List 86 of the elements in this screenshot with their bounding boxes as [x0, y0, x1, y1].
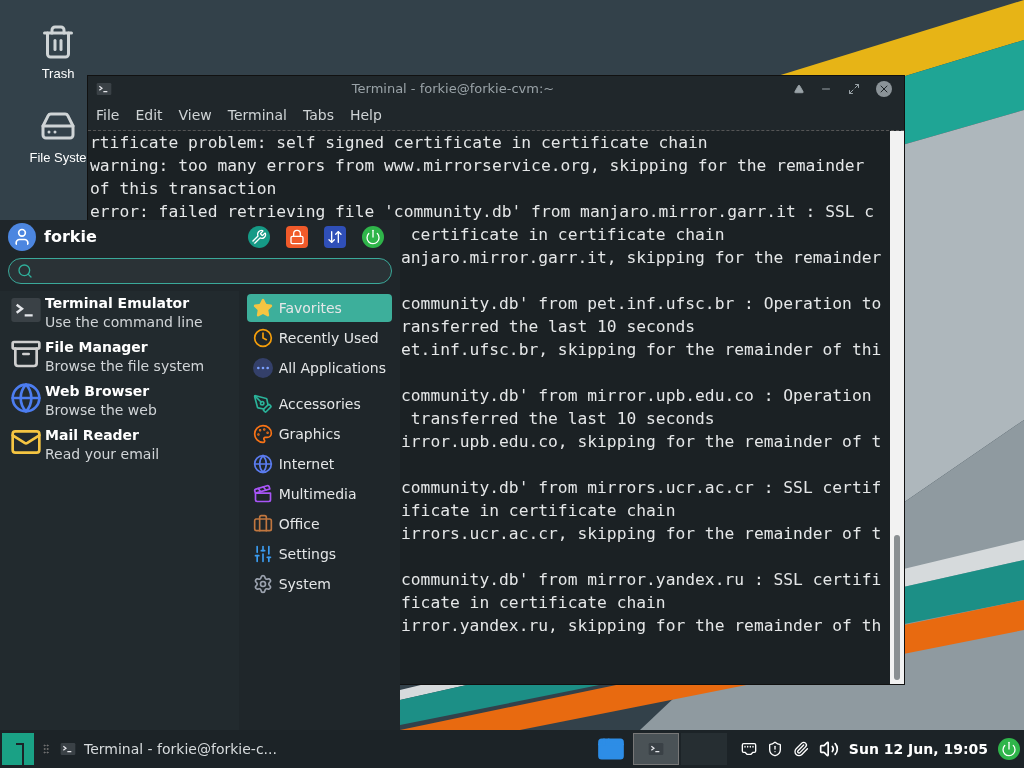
switch-user-icon[interactable]: [324, 226, 346, 248]
terminal-line: irror.upb.edu.co, skipping for the remainder of t: [401, 431, 883, 453]
desktop-icon-label[interactable]: File Syste: [29, 147, 87, 167]
category-item[interactable]: Graphics: [246, 420, 392, 448]
terminal-line: community.db' from mirror.upb.edu.co : Operation: [401, 385, 873, 407]
search-field[interactable]: [8, 258, 392, 284]
terminal-icon: [96, 80, 112, 97]
favorite-app[interactable]: File Manager Browse the file system: [10, 338, 239, 376]
terminal-line: certificate in certificate chain: [409, 224, 726, 246]
globe-icon: [252, 454, 273, 474]
favorite-app[interactable]: Mail Reader Read your email: [10, 426, 239, 464]
clock-icon: [252, 328, 273, 348]
star-icon: [252, 298, 273, 318]
menu-item[interactable]: Edit: [135, 105, 163, 126]
terminal-line: of this transaction: [90, 178, 278, 200]
favorite-app[interactable]: Web Browser Browse the web: [10, 382, 239, 420]
menu-item[interactable]: Help: [349, 105, 382, 126]
terminal-icon: [60, 741, 76, 757]
logout-icon[interactable]: [362, 226, 384, 248]
category-item[interactable]: System: [246, 570, 392, 598]
sliders-icon: [252, 544, 273, 564]
maximize-icon[interactable]: [848, 82, 860, 95]
terminal-line: irrors.ucr.ac.cr, skipping for the remainder of t: [401, 523, 883, 545]
network-icon[interactable]: [740, 741, 757, 757]
menu-item[interactable]: Terminal: [227, 105, 287, 126]
globe-icon: [10, 382, 42, 414]
grip-icon[interactable]: [40, 741, 52, 757]
category-item[interactable]: Settings: [246, 540, 392, 568]
wrench-icon[interactable]: [248, 226, 270, 248]
workspace[interactable]: [632, 733, 679, 765]
app-description: Browse the web: [45, 401, 157, 420]
terminal-line: irror.yandex.ru, skipping for the remainder of th: [401, 615, 883, 637]
menu-item[interactable]: Tabs: [302, 105, 334, 126]
terminal-line: community.db' from mirrors.ucr.ac.cr : SSL certif: [401, 477, 883, 499]
cabinet-icon: [10, 338, 42, 370]
trash-icon[interactable]: [40, 24, 76, 60]
terminal-line: error: failed retrieving file 'community.db' from manjaro.mirror.garr.it : SSL c: [90, 201, 876, 223]
lock-icon[interactable]: [286, 226, 308, 248]
bars-logo-icon[interactable]: [0, 731, 36, 767]
search-icon: [17, 263, 33, 279]
volume-icon[interactable]: [818, 739, 839, 759]
terminal-line: ransferred the last 10 seconds: [401, 316, 697, 338]
palette-icon: [252, 424, 273, 444]
film-icon: [252, 484, 273, 504]
clock[interactable]: Sun 12 Jun, 19:05: [848, 738, 988, 760]
favorite-app[interactable]: Terminal Emulator Use the command line: [10, 294, 239, 332]
power-icon[interactable]: [998, 738, 1020, 760]
category-item[interactable]: Internet: [246, 450, 392, 478]
shield-icon[interactable]: [766, 741, 783, 757]
app-name: Terminal Emulator: [45, 294, 191, 313]
app-description: Read your email: [45, 445, 160, 464]
terminal-line: rtificate problem: self signed certificate in certificate chain: [90, 132, 709, 154]
dots-icon: [252, 358, 273, 378]
terminal-icon: [647, 741, 664, 757]
terminal-line: et.inf.ufsc.br, skipping for the remainder of thi: [401, 339, 883, 361]
terminal-line: ificate in certificate chain: [401, 500, 677, 522]
category-item[interactable]: Multimedia: [246, 480, 392, 508]
terminal-line: community.db' from mirror.yandex.ru : SSL certifi: [401, 569, 883, 591]
category-item[interactable]: Recently Used: [246, 324, 392, 352]
briefcase-icon: [252, 514, 273, 534]
terminal-line: ficate in certificate chain: [401, 592, 667, 614]
app-description: Use the command line: [45, 313, 203, 332]
scrollbar[interactable]: [890, 131, 904, 684]
terminal-line: warning: too many errors from www.mirrorservice.org, skipping for the remainder: [90, 155, 866, 177]
category-item[interactable]: Office: [246, 510, 392, 538]
category-item[interactable]: All Applications: [246, 354, 392, 382]
terminal-line: anjaro.mirror.garr.it, skipping for the remainder: [401, 247, 883, 269]
gear-icon: [252, 574, 273, 594]
desktop-icon-label[interactable]: Trash: [41, 64, 75, 84]
terminal-line: transferred the last 10 seconds: [409, 408, 716, 430]
app-name: Web Browser: [45, 382, 151, 401]
menu-item[interactable]: File: [96, 105, 120, 126]
app-description: Browse the file system: [45, 357, 205, 376]
menu-item[interactable]: View: [178, 105, 212, 126]
category-item[interactable]: Accessories: [246, 390, 392, 418]
pen-icon: [252, 394, 273, 414]
user-name: forkie: [44, 226, 98, 248]
avatar-icon: [8, 223, 36, 251]
close-icon[interactable]: [876, 80, 892, 97]
task-button[interactable]: Terminal - forkie@forkie-c...: [52, 730, 285, 768]
app-name: File Manager: [45, 338, 149, 357]
window-title: Terminal - forkie@forkie-cvm:~: [350, 79, 556, 98]
paperclip-icon[interactable]: [792, 741, 809, 757]
app-name: Mail Reader: [45, 426, 140, 445]
terminal-line: community.db' from pet.inf.ufsc.br : Operation to: [401, 293, 883, 315]
shade-icon[interactable]: [794, 83, 804, 94]
